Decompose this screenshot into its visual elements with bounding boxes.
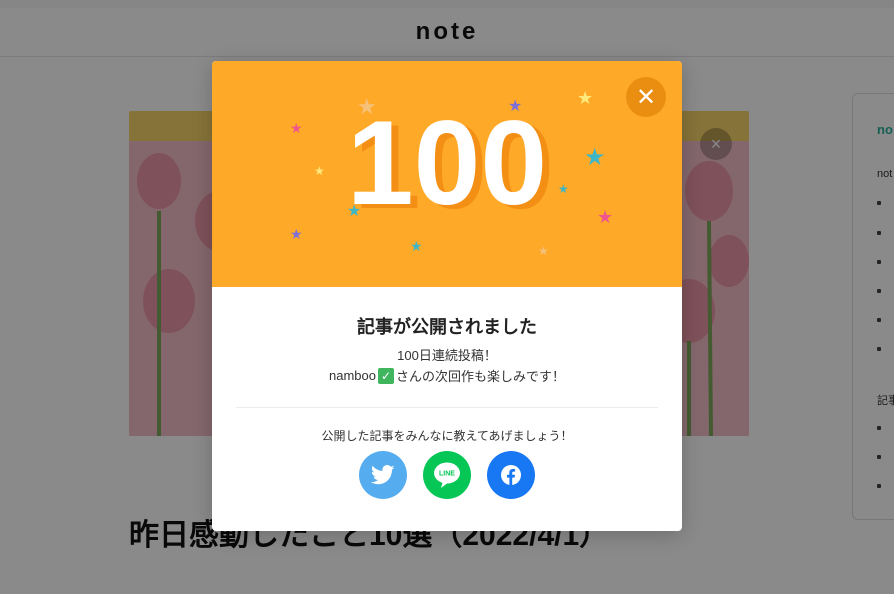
publish-success-modal: ★ ★ ★ ★ ★ ★ ★ ★ ★ ★ ★ ★ 100 ✕ 記事が公開されました…: [212, 61, 682, 531]
share-prompt: 公開した記事をみんなに教えてあげましょう！: [321, 429, 573, 443]
streak-message: 100日連続投稿！: [397, 348, 497, 363]
encouragement-message: namboo ✓ さんの次回作も楽しみです！: [212, 366, 682, 385]
star-icon: ★: [410, 238, 423, 254]
twitter-share-button[interactable]: [359, 451, 407, 499]
star-icon: ★: [538, 244, 549, 258]
username: namboo: [329, 368, 376, 383]
star-icon: ★: [290, 226, 303, 242]
close-icon: ✕: [635, 83, 657, 111]
divider: [236, 407, 658, 408]
line-icon-label: LINE: [439, 471, 455, 478]
twitter-icon: [371, 465, 395, 485]
facebook-icon: [501, 465, 521, 485]
celebration-banner: ★ ★ ★ ★ ★ ★ ★ ★ ★ ★ ★ ★ 100 ✕: [212, 61, 682, 287]
line-icon: LINE: [434, 462, 460, 488]
close-modal-button[interactable]: ✕: [626, 77, 666, 117]
modal-heading: 記事が公開されました: [357, 317, 537, 337]
check-icon: ✓: [377, 367, 394, 384]
line-share-button[interactable]: LINE: [423, 451, 471, 499]
facebook-share-button[interactable]: [487, 451, 535, 499]
streak-count: 100: [346, 96, 548, 230]
encouragement-text: さんの次回作も楽しみです！: [395, 369, 565, 384]
